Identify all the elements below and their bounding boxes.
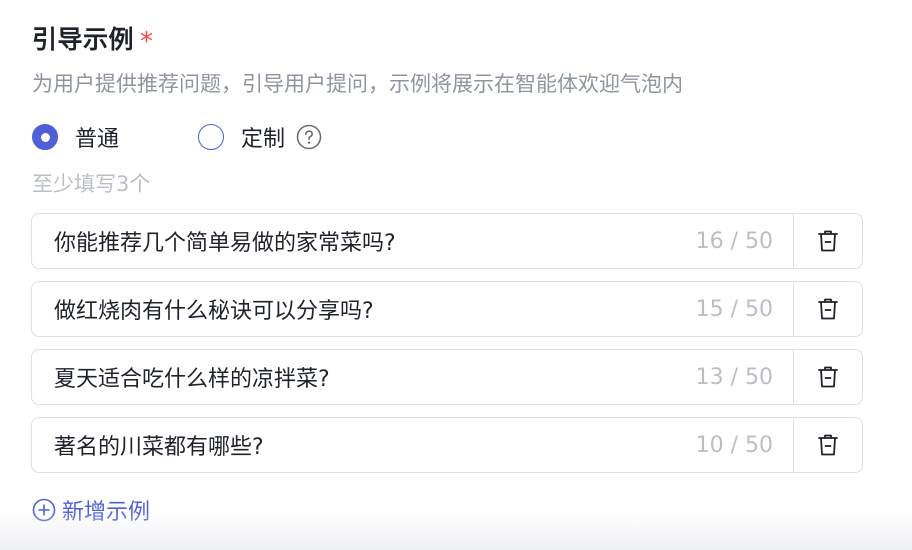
question-circle-icon[interactable] (296, 124, 322, 150)
trash-icon (818, 230, 838, 252)
char-counter: 13 / 50 (695, 364, 773, 390)
trash-icon (818, 434, 838, 456)
example-input[interactable]: 你能推荐几个简单易做的家常菜吗? (32, 225, 696, 257)
radio-label-custom: 定制 (241, 127, 286, 152)
plus-circle-icon (32, 498, 56, 522)
radio-button-custom[interactable] (198, 124, 224, 150)
char-counter: 10 / 50 (695, 432, 773, 458)
example-row: 做红烧肉有什么秘诀可以分享吗? 15 / 50 (31, 281, 863, 337)
example-input[interactable]: 夏天适合吃什么样的凉拌菜? (32, 361, 696, 393)
char-counter: 15 / 50 (695, 296, 773, 322)
radio-label-normal: 普通 (75, 127, 120, 152)
min-count-hint: 至少填写3个 (32, 172, 151, 196)
add-example-label: 新增示例 (62, 500, 151, 525)
delete-button[interactable] (793, 418, 862, 472)
example-list: 你能推荐几个简单易做的家常菜吗? 16 / 50 做红烧肉有什么秘诀可以分享吗?… (31, 213, 863, 485)
mode-radio-group: 普通 定制 (32, 120, 322, 154)
add-example-button[interactable]: 新增示例 (32, 494, 150, 526)
section-header: 引导示例 * (32, 20, 153, 56)
section-description: 为用户提供推荐问题，引导用户提问，示例将展示在智能体欢迎气泡内 (32, 72, 683, 96)
trash-icon (818, 298, 838, 320)
example-row: 夏天适合吃什么样的凉拌菜? 13 / 50 (31, 349, 863, 405)
delete-button[interactable] (793, 350, 862, 404)
required-asterisk: * (140, 27, 154, 57)
delete-button[interactable] (793, 282, 862, 336)
trash-icon (818, 366, 838, 388)
char-counter: 16 / 50 (695, 228, 773, 254)
section-title: 引导示例 (32, 25, 135, 54)
example-row: 你能推荐几个简单易做的家常菜吗? 16 / 50 (31, 213, 863, 269)
example-row: 著名的川菜都有哪些? 10 / 50 (31, 417, 863, 473)
radio-option-normal[interactable]: 普通 (32, 121, 198, 153)
example-input[interactable]: 做红烧肉有什么秘诀可以分享吗? (32, 293, 696, 325)
example-input[interactable]: 著名的川菜都有哪些? (32, 429, 696, 461)
radio-option-custom[interactable]: 定制 (198, 121, 322, 153)
delete-button[interactable] (793, 214, 862, 268)
radio-button-normal[interactable] (32, 124, 58, 150)
